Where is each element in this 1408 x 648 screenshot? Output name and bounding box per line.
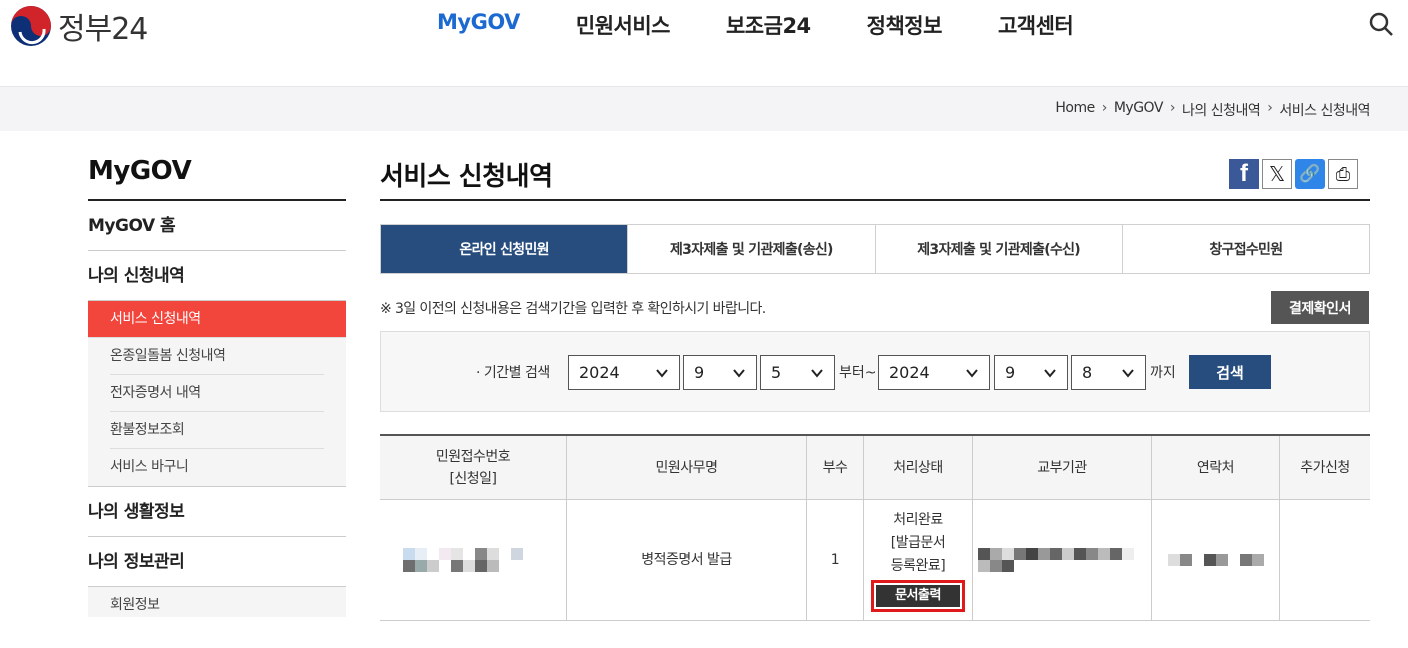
chevron-down-icon <box>733 369 745 378</box>
sidebar-sub-member-info[interactable]: 회원정보 <box>110 587 324 624</box>
col-status: 처리상태 <box>864 436 973 499</box>
nav-subsidy24[interactable]: 보조금24 <box>726 10 811 40</box>
sidebar-item-my-info-mgmt[interactable]: 나의 정보관리 <box>88 537 346 587</box>
sidebar-sub-allday-care[interactable]: 온종일돌봄 신청내역 <box>110 338 324 375</box>
sidebar-sub-service-applications[interactable]: 서비스 신청내역 <box>88 301 346 338</box>
redacted-agency <box>978 548 1146 572</box>
status-line-3: 등록완료] <box>890 557 946 574</box>
nav-customer-center[interactable]: 고객센터 <box>998 10 1074 40</box>
global-nav: MyGOV 민원서비스 보조금24 정책정보 고객센터 <box>437 10 1129 40</box>
sidebar: MyGOV MyGOV 홈 나의 신청내역 서비스 신청내역 온종일돌봄 신청내… <box>88 150 346 617</box>
site-logo[interactable]: 정부24 <box>10 4 148 48</box>
sidebar-sub-refund-info[interactable]: 환불정보조회 <box>110 412 324 449</box>
page-title: 서비스 신청내역 <box>380 150 1370 201</box>
breadcrumb-mygov[interactable]: MyGOV <box>1114 100 1164 120</box>
col-receipt-number: 민원접수번호 [신청일] <box>380 436 567 499</box>
status-line-1: 처리완료 <box>893 511 943 528</box>
sidebar-title: MyGOV <box>88 150 346 201</box>
applications-table: 민원접수번호 [신청일] 민원사무명 부수 처리상태 교부기관 연락처 추가신청… <box>380 434 1370 621</box>
sidebar-sub-service-basket[interactable]: 서비스 바구니 <box>110 449 324 486</box>
status-line-2: [발급문서 <box>890 534 946 551</box>
from-day-select[interactable]: 5 <box>760 355 835 390</box>
search-icon[interactable] <box>1368 11 1394 37</box>
to-day-select[interactable]: 8 <box>1071 355 1146 390</box>
print-document-button[interactable]: 문서출력 <box>876 584 960 607</box>
nav-mygov[interactable]: MyGOV <box>437 10 520 40</box>
payment-confirmation-button[interactable]: 결제확인서 <box>1271 291 1369 324</box>
main-content: 서비스 신청내역 f 𝕏 🔗 ⎙ 온라인 신청민원 제3자제출 및 기관제출(송… <box>380 150 1370 621</box>
chevron-right-icon: › <box>1101 100 1108 116</box>
table-header: 민원접수번호 [신청일] 민원사무명 부수 처리상태 교부기관 연락처 추가신청 <box>380 436 1370 500</box>
logo-text: 정부24 <box>58 12 148 47</box>
date-filter: · 기간별 검색 2024 9 5 부터~ 2024 9 8 까지 검색 <box>380 331 1370 412</box>
tab-online-applications[interactable]: 온라인 신청민원 <box>381 225 629 273</box>
tab-third-party-received[interactable]: 제3자제출 및 기관제출(수신) <box>876 225 1123 273</box>
search-button[interactable]: 검색 <box>1189 355 1271 389</box>
link-icon[interactable]: 🔗 <box>1295 159 1325 189</box>
print-document-highlight: 문서출력 <box>871 579 965 612</box>
x-icon[interactable]: 𝕏 <box>1262 159 1292 189</box>
sidebar-menu: MyGOV 홈 나의 신청내역 서비스 신청내역 온종일돌봄 신청내역 전자증명… <box>88 201 346 617</box>
breadcrumb-my-applications[interactable]: 나의 신청내역 <box>1182 100 1261 120</box>
cell-status: 처리완료 [발급문서 등록완료] 문서출력 <box>864 500 973 620</box>
sidebar-item-mygov-home[interactable]: MyGOV 홈 <box>88 201 346 251</box>
to-day-value: 8 <box>1082 363 1093 382</box>
col-receipt-number-label: 민원접수번호 [신청일] <box>435 448 511 487</box>
chevron-down-icon <box>1044 369 1056 378</box>
col-additional: 추가신청 <box>1300 459 1350 476</box>
facebook-icon[interactable]: f <box>1229 159 1259 189</box>
col-copies: 부수 <box>807 436 864 499</box>
sidebar-item-my-applications[interactable]: 나의 신청내역 <box>88 251 346 301</box>
col-contact: 연락처 <box>1152 436 1280 499</box>
notice-text: ※ 3일 이전의 신청내용은 검색기간을 입력한 후 확인하시기 바랍니다. <box>380 301 766 317</box>
from-month-value: 9 <box>694 363 705 382</box>
cell-issuing-agency <box>973 500 1152 620</box>
chevron-down-icon <box>656 369 668 378</box>
share-toolbar: f 𝕏 🔗 ⎙ <box>1226 159 1358 189</box>
cell-service-name: 병적증명서 발급 <box>567 500 807 620</box>
cell-receipt-number <box>380 500 567 620</box>
chevron-right-icon: › <box>1267 100 1273 116</box>
from-year-select[interactable]: 2024 <box>568 355 680 390</box>
sidebar-item-life-info[interactable]: 나의 생활정보 <box>88 487 346 537</box>
print-icon[interactable]: ⎙ <box>1328 159 1358 189</box>
chevron-down-icon <box>966 369 978 378</box>
taegeuk-logo-icon <box>11 6 51 46</box>
to-suffix: 까지 <box>1150 365 1176 381</box>
breadcrumb: Home › MyGOV › 나의 신청내역 › 서비스 신청내역 <box>1055 100 1370 120</box>
filter-label: · 기간별 검색 <box>476 365 550 381</box>
col-service-name: 민원사무명 <box>567 436 807 499</box>
col-issuing-agency: 교부기관 <box>973 436 1152 499</box>
to-month-select[interactable]: 9 <box>994 355 1068 390</box>
site-header: 정부24 MyGOV 민원서비스 보조금24 정책정보 고객센터 <box>0 0 1408 86</box>
sidebar-sub-e-certificates[interactable]: 전자증명서 내역 <box>110 375 324 412</box>
chevron-down-icon <box>811 369 823 378</box>
chevron-down-icon <box>1122 369 1134 378</box>
to-month-value: 9 <box>1005 363 1016 382</box>
application-tabs: 온라인 신청민원 제3자제출 및 기관제출(송신) 제3자제출 및 기관제출(수… <box>380 224 1370 274</box>
from-suffix: 부터~ <box>839 365 877 381</box>
to-year-value: 2024 <box>889 363 930 382</box>
chevron-right-icon: › <box>1169 100 1176 116</box>
redacted-contact <box>1167 554 1264 566</box>
cell-copies: 1 <box>807 500 864 620</box>
to-year-select[interactable]: 2024 <box>878 355 990 390</box>
tab-counter-applications[interactable]: 창구접수민원 <box>1123 225 1369 273</box>
nav-civil-services[interactable]: 민원서비스 <box>576 10 671 40</box>
breadcrumb-bar: Home › MyGOV › 나의 신청내역 › 서비스 신청내역 <box>0 86 1408 131</box>
table-row: 병적증명서 발급 1 처리완료 [발급문서 등록완료] 문서출력 <box>380 500 1370 621</box>
breadcrumb-home[interactable]: Home <box>1055 100 1095 120</box>
from-month-select[interactable]: 9 <box>683 355 757 390</box>
breadcrumb-current: 서비스 신청내역 <box>1279 103 1370 119</box>
cell-contact <box>1152 500 1280 620</box>
redacted-receipt-number <box>403 548 543 572</box>
sidebar-submenu-applications: 서비스 신청내역 온종일돌봄 신청내역 전자증명서 내역 환불정보조회 서비스 … <box>88 301 346 487</box>
from-year-value: 2024 <box>579 363 620 382</box>
nav-policy-info[interactable]: 정책정보 <box>867 10 943 40</box>
tab-third-party-sent[interactable]: 제3자제출 및 기관제출(송신) <box>628 225 876 273</box>
sidebar-submenu-info: 회원정보 <box>88 587 346 617</box>
cell-additional <box>1280 500 1370 620</box>
from-day-value: 5 <box>771 363 782 382</box>
